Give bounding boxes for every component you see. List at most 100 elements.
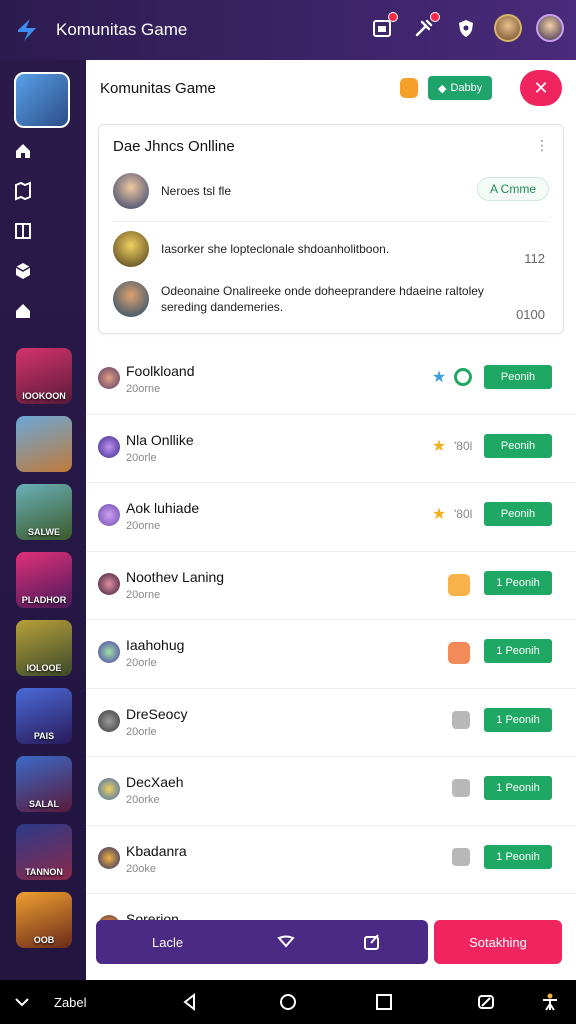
- game-subtitle: 20orne: [126, 520, 161, 532]
- friend-avatar[interactable]: [494, 14, 522, 42]
- game-row[interactable]: Iaahohug 20orle 1 Peonih: [86, 620, 576, 689]
- home-alt-icon[interactable]: [12, 300, 34, 322]
- accessibility-icon[interactable]: [540, 992, 560, 1012]
- tools-notification-button[interactable]: [410, 12, 440, 42]
- map-icon[interactable]: [12, 180, 34, 202]
- home-icon[interactable]: [12, 140, 34, 162]
- game-thumb-label: SALAL: [29, 799, 59, 809]
- sidebar-game-thumb[interactable]: PAIS: [16, 688, 72, 744]
- notification-dot: [430, 12, 440, 22]
- chevron-down-icon[interactable]: [276, 932, 296, 952]
- coin-badge-icon[interactable]: [400, 78, 418, 98]
- screenshot-icon[interactable]: [476, 992, 496, 1012]
- more-options-icon[interactable]: ⋮: [535, 137, 549, 154]
- main-header: Komunitas Game ◆ Dabby ✕: [86, 60, 576, 116]
- join-button[interactable]: A Cmme: [476, 177, 549, 201]
- back-icon[interactable]: [180, 992, 200, 1012]
- sidebar-game-thumb[interactable]: SALAL: [16, 756, 72, 812]
- sidebar-game-thumb[interactable]: PLADHOR: [16, 552, 72, 608]
- bottom-action-bar[interactable]: Lacle: [96, 920, 428, 964]
- game-row[interactable]: DecXaeh 20orke 1 Peonih: [86, 757, 576, 826]
- game-name: Kbadanra: [126, 842, 187, 859]
- play-button[interactable]: 1 Peonih: [484, 776, 552, 800]
- card-row-text: Odeonaine Onalireeke onde doheeprandere …: [161, 284, 484, 314]
- sidebar-nav: [12, 140, 34, 322]
- close-icon: ✕: [533, 77, 549, 98]
- box-icon[interactable]: [12, 260, 34, 282]
- primary-action-button[interactable]: Sotakhing: [434, 920, 562, 964]
- game-name: Aok luhiade: [126, 500, 200, 516]
- game-name: Iaahohug: [126, 637, 185, 653]
- game-list: Foolkloand 20orne ★ Peonih Nla Onllike 2…: [86, 346, 576, 963]
- system-nav-bar: Zabel: [0, 980, 576, 1024]
- alert-bell-icon: [448, 642, 470, 664]
- rating-value: '80l: [454, 438, 473, 453]
- system-label: Zabel: [54, 995, 87, 1010]
- card-count: 0100: [516, 307, 545, 322]
- sidebar-game-thumb[interactable]: IOLOOE: [16, 620, 72, 676]
- diamond-icon: ◆: [438, 82, 447, 95]
- sidebar-game-thumb[interactable]: TANNON: [16, 824, 72, 880]
- game-subtitle: 20orle: [126, 725, 157, 738]
- game-thumb-label: OOB: [33, 935, 55, 945]
- game-subtitle: 20orne: [126, 588, 161, 601]
- online-status-icon: [454, 368, 472, 386]
- game-row[interactable]: Aok luhiade 20orne ★ '80l Peonih: [86, 483, 576, 552]
- play-button[interactable]: Peonih: [484, 502, 552, 526]
- game-icon: [98, 435, 120, 458]
- user-avatar[interactable]: [536, 14, 564, 42]
- card-row[interactable]: Odeonaine Onalireeke onde doheeprandere …: [113, 281, 513, 317]
- sidebar-game-thumb[interactable]: IOOKOON: [16, 348, 72, 404]
- shield-button[interactable]: [452, 14, 480, 42]
- top-app-bar: Komunitas Game: [0, 0, 576, 60]
- sidebar-game-thumb[interactable]: [16, 416, 72, 472]
- sidebar-game-thumb[interactable]: SALWE: [16, 484, 72, 540]
- game-thumb-label: PAIS: [33, 731, 55, 741]
- rating-value: '80l: [454, 507, 473, 521]
- calendar-notification-button[interactable]: [368, 12, 398, 42]
- card-row-text: Iasorker she lopteclonale shdoanholitboo…: [161, 242, 390, 256]
- notification-dot: [388, 12, 398, 22]
- divider: [113, 221, 549, 222]
- game-thumb-label: IOOKOON: [22, 391, 66, 401]
- game-icon: [98, 778, 120, 800]
- play-button[interactable]: Peonih: [484, 433, 552, 458]
- main-panel: Komunitas Game ◆ Dabby ✕ Dae Jhncs Onlli…: [86, 60, 576, 980]
- play-button[interactable]: 1 Peonih: [484, 570, 552, 595]
- play-button[interactable]: 1 Peonih: [484, 639, 552, 663]
- locked-icon: [452, 710, 470, 729]
- action-bar-label: Lacle: [152, 934, 184, 950]
- chevron-down-icon[interactable]: [12, 992, 32, 1012]
- play-button[interactable]: 1 Peonih: [484, 844, 552, 869]
- header-action-label: Dabby: [450, 82, 483, 94]
- share-icon[interactable]: [362, 932, 382, 952]
- game-row[interactable]: Foolkloand 20orne ★ Peonih: [86, 346, 576, 415]
- game-row[interactable]: Noothev Laning 20orne 1 Peonih: [86, 552, 576, 620]
- card-count: 112: [524, 251, 545, 266]
- recents-icon[interactable]: [374, 992, 394, 1012]
- app-logo-icon[interactable]: [12, 15, 42, 45]
- game-name: Foolkloand: [126, 363, 195, 379]
- game-icon: [98, 504, 120, 526]
- game-row[interactable]: Nla Onllike 20orle ★ '80l Peonih: [86, 415, 576, 483]
- book-icon[interactable]: [12, 220, 34, 242]
- game-thumb-label: PLADHOR: [21, 595, 67, 605]
- game-name: Noothev Laning: [126, 568, 225, 585]
- card-title: Dae Jhncs Onlline: [113, 138, 235, 155]
- play-button[interactable]: 1 Peonih: [484, 707, 552, 732]
- locked-icon: [452, 847, 470, 866]
- profile-avatar[interactable]: [14, 72, 70, 128]
- member-avatar: [113, 281, 149, 317]
- game-icon: [98, 572, 120, 595]
- header-action-button[interactable]: ◆ Dabby: [428, 76, 493, 100]
- game-row[interactable]: DreSeocy 20orle 1 Peonih: [86, 689, 576, 757]
- game-row[interactable]: Kbadanra 20oke 1 Peonih: [86, 826, 576, 894]
- play-button[interactable]: Peonih: [484, 365, 552, 389]
- sidebar: IOOKOON SALWE PLADHOR IOLOOE PAIS SALAL …: [0, 60, 86, 980]
- card-row[interactable]: Iasorker she lopteclonale shdoanholitboo…: [113, 231, 473, 267]
- game-thumb-label: SALWE: [27, 527, 60, 537]
- sidebar-game-thumb[interactable]: OOB: [16, 892, 72, 948]
- close-button[interactable]: ✕: [520, 70, 562, 106]
- card-row[interactable]: Neroes tsl fle: [113, 173, 231, 209]
- home-circle-icon[interactable]: [278, 992, 298, 1012]
